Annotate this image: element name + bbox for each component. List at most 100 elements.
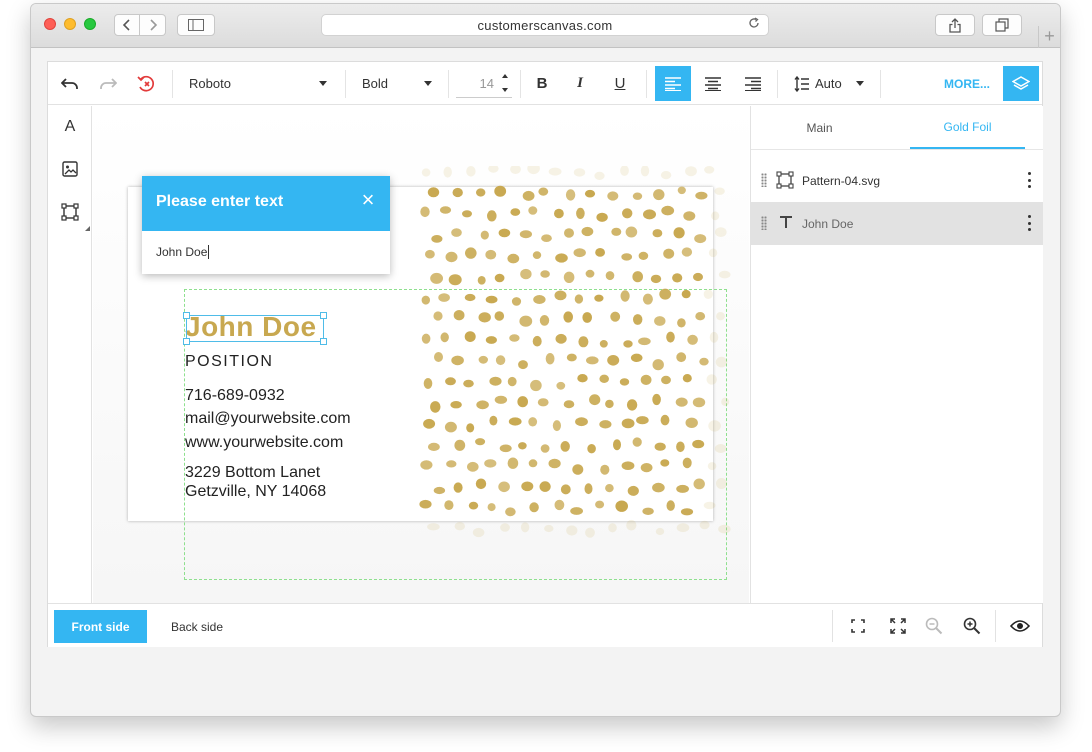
fullscreen-button[interactable] (886, 614, 910, 638)
minimize-window-button[interactable] (64, 18, 76, 30)
gold-dot (420, 206, 430, 218)
gold-dot (675, 397, 688, 407)
italic-button[interactable]: I (566, 66, 594, 101)
gold-dot (695, 191, 708, 200)
add-image-button[interactable] (59, 158, 81, 180)
kebab-menu-icon[interactable] (1027, 172, 1031, 188)
gold-dot (627, 485, 639, 496)
gold-dot (607, 355, 620, 366)
add-shape-button[interactable] (59, 201, 81, 223)
gold-dot (594, 294, 604, 302)
popup-title: Please enter text (156, 193, 284, 210)
bold-button[interactable]: B (528, 66, 556, 101)
align-left-button[interactable] (655, 66, 691, 101)
zoom-in-button[interactable] (960, 614, 984, 638)
card-email-text[interactable]: mail@yourwebsite.com (185, 409, 351, 428)
gold-dot (599, 374, 609, 383)
gold-dot (544, 524, 554, 533)
revert-button[interactable] (132, 66, 160, 101)
gold-dot (477, 276, 486, 285)
undo-button[interactable] (56, 66, 84, 101)
preview-button[interactable] (1008, 614, 1032, 638)
back-button[interactable] (114, 14, 140, 36)
forward-button[interactable] (140, 14, 166, 36)
reload-icon[interactable] (748, 17, 760, 32)
back-side-button[interactable]: Back side (156, 610, 238, 643)
card-position-text[interactable]: POSITION (185, 353, 273, 371)
underline-button[interactable]: U (606, 66, 634, 101)
font-family-select[interactable]: Roboto (189, 66, 339, 101)
new-tab-button[interactable]: + (1038, 26, 1060, 48)
font-size-stepper[interactable]: 14 (456, 70, 512, 98)
more-button[interactable]: MORE... (941, 66, 993, 101)
gold-dot (476, 400, 489, 410)
maximize-window-button[interactable] (84, 18, 96, 30)
gold-dot (715, 356, 728, 368)
tab-main[interactable]: Main (762, 106, 877, 149)
url-text: customerscanvas.com (477, 17, 613, 33)
toolbar-divider (520, 70, 521, 98)
gold-dot (485, 249, 497, 260)
zoom-out-button[interactable] (922, 614, 946, 638)
tabs-button[interactable] (982, 14, 1022, 36)
gold-dot (430, 272, 443, 284)
gold-dot (632, 271, 643, 283)
layer-item[interactable]: John Doe (751, 202, 1043, 245)
fullscreen-icon (890, 618, 906, 634)
stepper-arrows-icon[interactable] (501, 71, 509, 95)
drag-handle-icon[interactable] (761, 216, 767, 230)
gold-dot (706, 374, 717, 385)
card-phone-text[interactable]: 716-689-0932 (185, 386, 285, 405)
gold-dot (452, 187, 463, 198)
kebab-menu-icon[interactable] (1027, 215, 1031, 231)
gold-dot (595, 500, 605, 509)
card-address-line1[interactable]: 3229 Bottom Lanet (185, 463, 320, 482)
gold-dot (613, 439, 621, 451)
gold-dot (494, 395, 508, 404)
sidebar-toggle-button[interactable] (177, 14, 215, 36)
text-input-field[interactable]: John Doe (142, 231, 390, 274)
frame-icon (776, 171, 794, 192)
drag-handle-icon[interactable] (761, 173, 767, 187)
gold-dot (488, 166, 499, 173)
fit-to-screen-button[interactable] (846, 614, 870, 638)
resize-handle[interactable] (320, 338, 327, 345)
gold-dot (476, 188, 486, 197)
selection-box[interactable] (183, 312, 327, 345)
gold-dot-pattern[interactable] (417, 166, 733, 544)
gold-dot (451, 228, 462, 237)
line-height-select[interactable]: Auto (794, 66, 874, 101)
redo-button[interactable] (94, 66, 122, 101)
layers-button[interactable] (1003, 66, 1039, 101)
resize-handle[interactable] (183, 338, 190, 345)
layer-item[interactable]: Pattern-04.svg (751, 159, 1043, 202)
design-canvas[interactable]: John Doe POSITION 716-689-0932 mail@your… (93, 106, 749, 603)
card-address-line2[interactable]: Getzville, NY 14068 (185, 482, 326, 501)
resize-handle[interactable] (183, 312, 190, 319)
bottom-toolbar: Front side Back side (48, 603, 1042, 647)
close-window-button[interactable] (44, 18, 56, 30)
front-side-button[interactable]: Front side (54, 610, 147, 643)
gold-dot (532, 251, 542, 259)
resize-handle[interactable] (320, 312, 327, 319)
gold-dot (652, 393, 661, 406)
tab-gold-foil[interactable]: Gold Foil (910, 106, 1025, 149)
gold-dot (584, 189, 596, 198)
gold-dot (541, 234, 552, 242)
close-icon[interactable]: × (358, 189, 378, 211)
gold-dot (465, 247, 477, 259)
align-right-button[interactable] (736, 66, 770, 101)
align-center-button[interactable] (696, 66, 730, 101)
gold-dot (659, 288, 672, 300)
card-website-text[interactable]: www.yourwebsite.com (185, 433, 343, 452)
toolbar-divider (345, 70, 346, 98)
editor-toolbar: Roboto Bold 14 B I U Auto MORE... (48, 62, 1042, 105)
gold-dot (454, 439, 466, 451)
gold-dot (448, 274, 462, 286)
gold-dot (693, 272, 703, 282)
add-text-button[interactable]: A (59, 116, 81, 138)
gold-dot (685, 166, 697, 177)
address-bar[interactable]: customerscanvas.com (321, 14, 769, 36)
share-button[interactable] (935, 14, 975, 36)
font-weight-select[interactable]: Bold (362, 66, 442, 101)
